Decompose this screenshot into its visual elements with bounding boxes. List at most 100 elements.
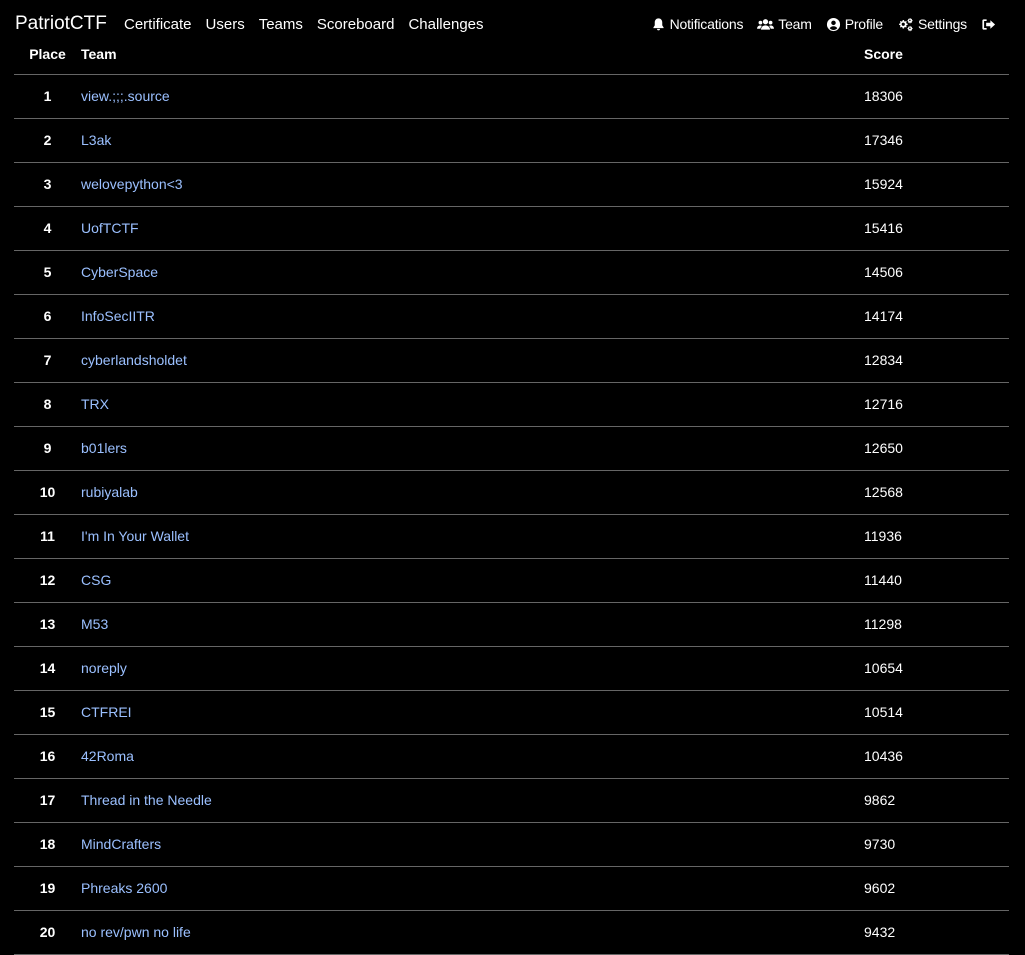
team-cell: Phreaks 2600 <box>81 866 864 911</box>
team-link[interactable]: Team <box>757 16 812 32</box>
score-cell: 10436 <box>864 734 1009 779</box>
place-cell: 8 <box>14 382 81 427</box>
team-link[interactable]: view.;;;.source <box>81 88 170 104</box>
team-cell: TRX <box>81 382 864 427</box>
place-cell: 18 <box>14 822 81 867</box>
team-link[interactable]: CyberSpace <box>81 264 158 280</box>
nav-link-teams[interactable]: Teams <box>259 16 303 33</box>
settings-link[interactable]: Settings <box>897 16 967 32</box>
place-cell: 19 <box>14 866 81 911</box>
place-cell: 10 <box>14 470 81 515</box>
sign-out-icon <box>982 18 996 30</box>
team-link[interactable]: CTFREI <box>81 704 132 720</box>
header-team: Team <box>81 35 864 75</box>
team-link[interactable]: rubiyalab <box>81 484 138 500</box>
team-cell: InfoSecIITR <box>81 294 864 339</box>
team-link[interactable]: 42Roma <box>81 748 134 764</box>
place-cell: 2 <box>14 118 81 163</box>
table-row: 7 cyberlandsholdet 12834 <box>14 338 1009 383</box>
score-cell: 12650 <box>864 426 1009 471</box>
table-row: 16 42Roma 10436 <box>14 734 1009 779</box>
team-cell: rubiyalab <box>81 470 864 515</box>
table-row: 19 Phreaks 2600 9602 <box>14 866 1009 911</box>
team-cell: CTFREI <box>81 690 864 735</box>
team-cell: 42Roma <box>81 734 864 779</box>
place-cell: 6 <box>14 294 81 339</box>
nav-link-challenges[interactable]: Challenges <box>408 16 483 33</box>
table-row: 8 TRX 12716 <box>14 382 1009 427</box>
nav-link-scoreboard[interactable]: Scoreboard <box>317 16 395 33</box>
team-link[interactable]: I'm In Your Wallet <box>81 528 189 544</box>
team-link[interactable]: no rev/pwn no life <box>81 924 191 940</box>
nav-links: Certificate Users Teams Scoreboard Chall… <box>124 16 498 33</box>
users-icon <box>757 18 775 30</box>
table-row: 4 UofTCTF 15416 <box>14 206 1009 251</box>
table-row: 5 CyberSpace 14506 <box>14 250 1009 295</box>
team-link[interactable]: Phreaks 2600 <box>81 880 167 896</box>
place-cell: 13 <box>14 602 81 647</box>
score-cell: 9862 <box>864 778 1009 823</box>
table-row: 15 CTFREI 10514 <box>14 690 1009 735</box>
team-link[interactable]: MindCrafters <box>81 836 161 852</box>
place-cell: 15 <box>14 690 81 735</box>
nav-right: Notifications Team Profile Settings <box>637 16 1000 32</box>
header-place: Place <box>14 35 81 75</box>
nav-link-users[interactable]: Users <box>206 16 245 33</box>
team-link[interactable]: UofTCTF <box>81 220 139 236</box>
score-cell: 11936 <box>864 514 1009 559</box>
profile-link[interactable]: Profile <box>826 16 883 32</box>
team-link[interactable]: InfoSecIITR <box>81 308 155 324</box>
score-cell: 10654 <box>864 646 1009 691</box>
notifications-link[interactable]: Notifications <box>651 16 744 32</box>
team-cell: view.;;;.source <box>81 74 864 119</box>
scoreboard-table: Place Team Score 1 view.;;;.source 18306 2 L… <box>14 35 1009 955</box>
header-score: Score <box>864 35 1009 75</box>
team-cell: no rev/pwn no life <box>81 910 864 955</box>
table-row: 13 M53 11298 <box>14 602 1009 647</box>
team-cell: cyberlandsholdet <box>81 338 864 383</box>
bell-icon <box>653 17 664 30</box>
team-link[interactable]: welovepython<3 <box>81 176 183 192</box>
team-cell: MindCrafters <box>81 822 864 867</box>
score-cell: 12834 <box>864 338 1009 383</box>
team-link[interactable]: b01lers <box>81 440 127 456</box>
table-row: 3 welovepython<3 15924 <box>14 162 1009 207</box>
table-row: 11 I'm In Your Wallet 11936 <box>14 514 1009 559</box>
score-cell: 9730 <box>864 822 1009 867</box>
place-cell: 9 <box>14 426 81 471</box>
table-row: 12 CSG 11440 <box>14 558 1009 603</box>
place-cell: 11 <box>14 514 81 559</box>
team-link[interactable]: M53 <box>81 616 108 632</box>
team-cell: M53 <box>81 602 864 647</box>
scoreboard-table-wrap: Place Team Score 1 view.;;;.source 18306 2 L… <box>14 35 1009 955</box>
notifications-label: Notifications <box>669 16 744 32</box>
score-cell: 15924 <box>864 162 1009 207</box>
team-cell: CyberSpace <box>81 250 864 295</box>
team-link[interactable]: TRX <box>81 396 109 412</box>
score-cell: 18306 <box>864 74 1009 119</box>
score-cell: 11298 <box>864 602 1009 647</box>
score-cell: 17346 <box>864 118 1009 163</box>
logout-link[interactable] <box>981 17 1000 32</box>
table-body: 1 view.;;;.source 18306 2 L3ak 17346 3 welovepy… <box>14 74 1009 955</box>
brand-logo[interactable]: PatriotCTF <box>15 13 107 35</box>
place-cell: 17 <box>14 778 81 823</box>
team-link[interactable]: L3ak <box>81 132 111 148</box>
score-cell: 15416 <box>864 206 1009 251</box>
score-cell: 9432 <box>864 910 1009 955</box>
table-row: 18 MindCrafters 9730 <box>14 822 1009 867</box>
nav-link-certificate[interactable]: Certificate <box>124 16 192 33</box>
team-label: Team <box>778 16 812 32</box>
team-link[interactable]: CSG <box>81 572 111 588</box>
profile-label: Profile <box>844 16 883 32</box>
team-link[interactable]: Thread in the Needle <box>81 792 212 808</box>
table-row: 17 Thread in the Needle 9862 <box>14 778 1009 823</box>
team-link[interactable]: noreply <box>81 660 127 676</box>
team-cell: Thread in the Needle <box>81 778 864 823</box>
table-row: 14 noreply 10654 <box>14 646 1009 691</box>
table-row: 6 InfoSecIITR 14174 <box>14 294 1009 339</box>
place-cell: 14 <box>14 646 81 691</box>
team-link[interactable]: cyberlandsholdet <box>81 352 187 368</box>
table-row: 10 rubiyalab 12568 <box>14 470 1009 515</box>
table-row: 20 no rev/pwn no life 9432 <box>14 910 1009 955</box>
